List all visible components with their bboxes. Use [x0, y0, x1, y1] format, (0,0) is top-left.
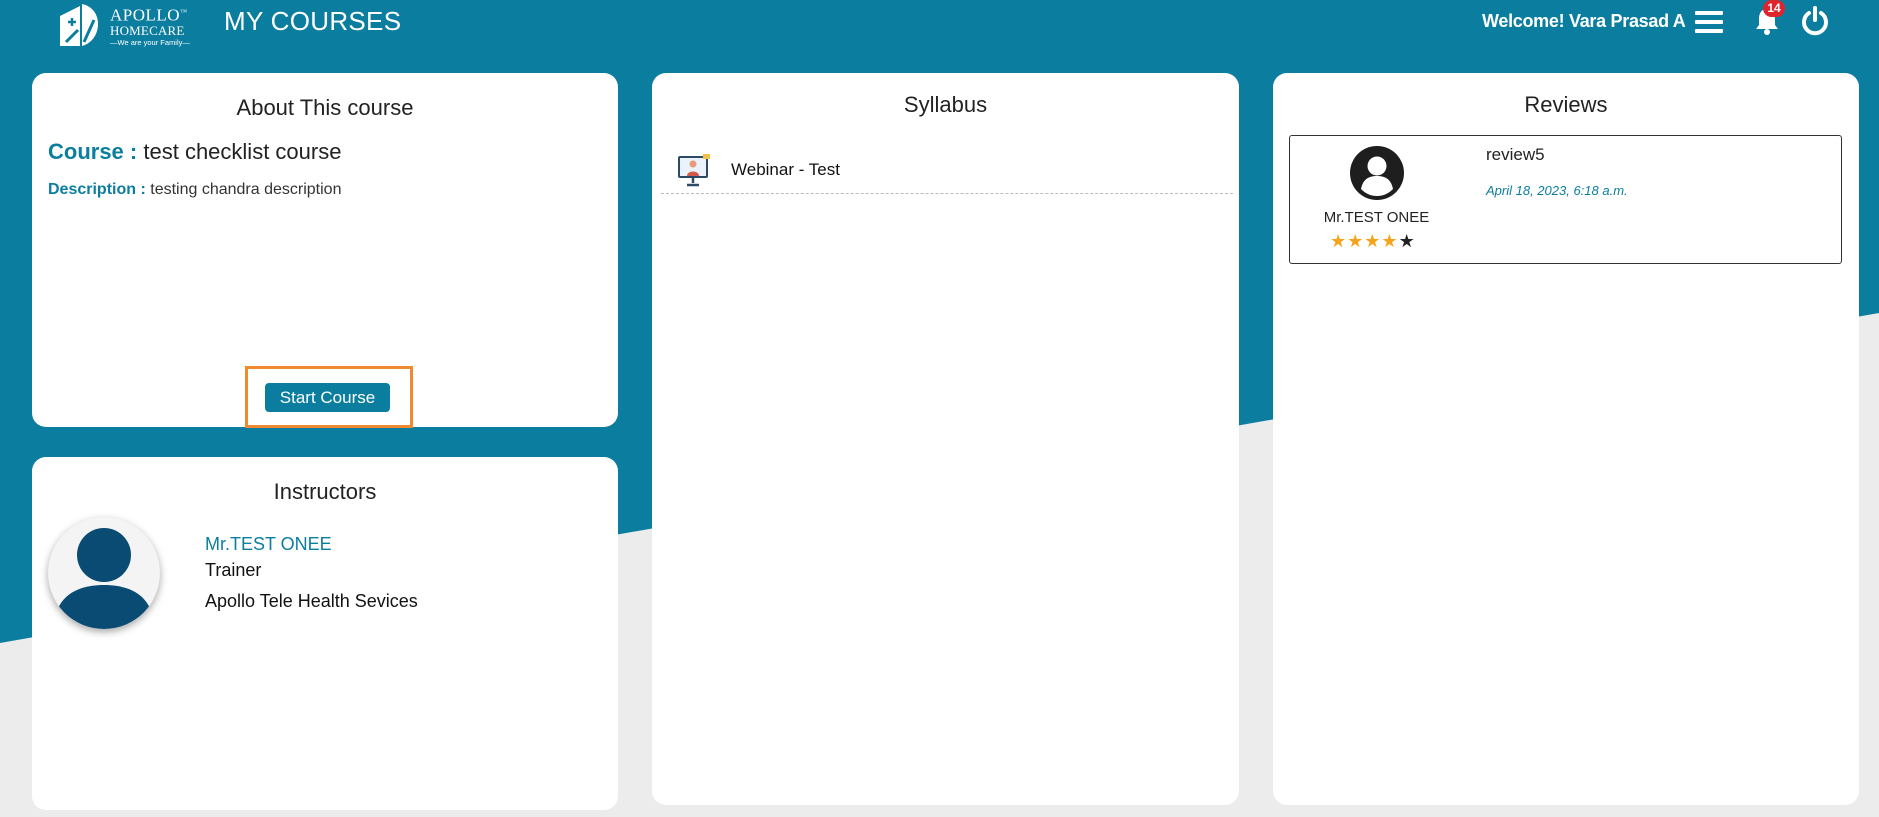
syllabus-item-label: Webinar - Test — [731, 160, 840, 179]
course-label: Course : — [48, 139, 138, 164]
logo-tagline: —We are your Family— — [110, 38, 190, 47]
star-filled-icon: ★ — [1330, 231, 1348, 251]
reviews-title: Reviews — [1524, 92, 1608, 117]
logo-mark-icon — [60, 4, 98, 46]
review-item: Mr.TEST ONEE ★★★★★ review5 April 18, 202… — [1289, 135, 1842, 264]
top-navigation-bar: APOLLO™ HOMECARE —We are your Family— MY… — [0, 0, 1879, 60]
power-icon[interactable] — [1800, 6, 1830, 36]
start-course-button[interactable]: Start Course — [265, 383, 390, 412]
instructor-role: Trainer — [205, 560, 262, 580]
instructor-name[interactable]: Mr.TEST ONEE — [205, 534, 332, 555]
description-line: Description : testing chandra descriptio… — [48, 181, 341, 199]
webinar-icon — [678, 154, 710, 187]
welcome-user-text: Welcome! Vara Prasad A — [1482, 11, 1686, 31]
reviewer-name: Mr.TEST ONEE — [1323, 209, 1430, 226]
apollo-homecare-logo[interactable]: APOLLO™ HOMECARE —We are your Family— — [58, 0, 193, 50]
about-course-title: About This course — [236, 95, 414, 120]
description-label: Description : — [48, 181, 146, 198]
syllabus-card: Syllabus Webinar - Test — [652, 73, 1239, 805]
syllabus-title: Syllabus — [903, 92, 988, 117]
logo-brand-name: APOLLO™ — [110, 5, 188, 25]
instructor-avatar — [48, 517, 160, 629]
instructors-card: Instructors Mr.TEST ONEE Trainer Apollo … — [32, 457, 618, 810]
star-filled-icon: ★ — [1381, 231, 1399, 251]
description-text: testing chandra description — [150, 181, 342, 198]
user-circle-icon — [1350, 146, 1404, 200]
syllabus-item[interactable]: Webinar - Test — [661, 149, 1233, 194]
review-text: review5 — [1486, 145, 1545, 164]
review-rating-stars: ★★★★★ — [1330, 232, 1416, 250]
about-course-card: About This course Course : test checklis… — [32, 73, 618, 428]
logo-brand-subname: HOMECARE — [110, 23, 185, 38]
instructor-organization: Apollo Tele Health Sevices — [205, 591, 418, 611]
star-filled-icon: ★ — [1364, 231, 1382, 251]
page-title: MY COURSES — [224, 6, 402, 36]
notification-count-badge: 14 — [1763, 0, 1785, 17]
course-name: test checklist course — [143, 139, 342, 164]
star-filled-icon: ★ — [1347, 231, 1365, 251]
reviews-card: Reviews Mr.TEST ONEE ★★★★★ review5 April… — [1273, 73, 1859, 805]
user-avatar-icon — [54, 528, 154, 629]
menu-icon[interactable] — [1695, 9, 1723, 35]
star-empty-icon: ★ — [1398, 231, 1416, 251]
instructors-title: Instructors — [273, 479, 377, 504]
course-line: Course : test checklist course — [48, 139, 341, 165]
review-date: April 18, 2023, 6:18 a.m. — [1486, 183, 1628, 198]
